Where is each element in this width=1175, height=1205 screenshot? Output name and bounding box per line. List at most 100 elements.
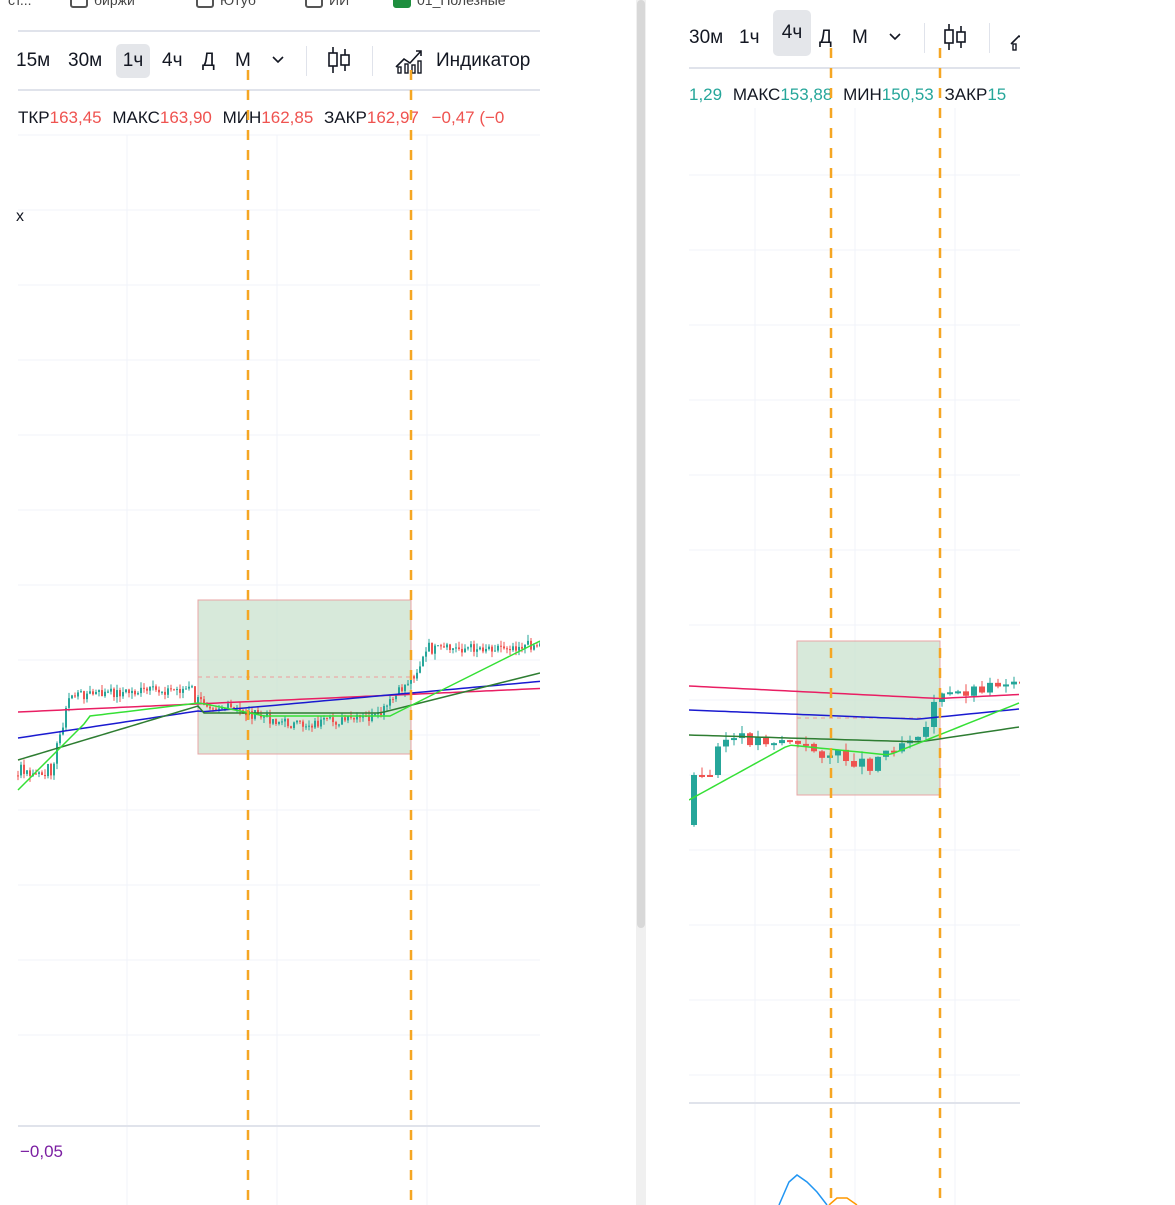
candle-body	[308, 725, 310, 727]
candle-body	[755, 737, 761, 746]
candle-body	[194, 686, 196, 703]
candle-body	[275, 719, 277, 724]
candle-body	[440, 645, 442, 647]
candle-body	[515, 646, 517, 651]
indicator-line-blue	[778, 1174, 828, 1205]
candle-body	[416, 672, 418, 679]
candle-body	[859, 758, 865, 767]
candle-body	[299, 720, 301, 722]
left-chart-canvas[interactable]	[0, 0, 540, 1205]
candle-body	[140, 687, 142, 694]
candle-body	[947, 692, 953, 695]
candle-body	[263, 716, 265, 718]
candle-body	[506, 648, 508, 650]
right-chart-canvas[interactable]	[689, 0, 1020, 1205]
candle-body	[158, 689, 160, 693]
candle-body	[101, 690, 103, 697]
candle-body	[302, 721, 304, 727]
candle-body	[521, 646, 523, 649]
candle-body	[278, 721, 280, 724]
candle-body	[314, 720, 316, 728]
candle-body	[368, 716, 370, 722]
candle-body	[152, 686, 154, 688]
candle-body	[119, 690, 121, 697]
candle-body	[71, 695, 73, 699]
candle-body	[176, 689, 178, 691]
candle-body	[389, 699, 391, 706]
candle-body	[272, 719, 274, 724]
candle-body	[407, 683, 409, 685]
candle-body	[161, 691, 163, 693]
candle-body	[20, 764, 22, 776]
candle-body	[437, 645, 439, 647]
candle-body	[26, 770, 28, 774]
candle-body	[197, 697, 199, 703]
candle-body	[1011, 681, 1017, 685]
scrollbar-thumb[interactable]	[637, 0, 645, 928]
indicator-line-orange	[828, 1197, 858, 1205]
candle-body	[731, 738, 737, 741]
candle-body	[771, 743, 777, 746]
candle-body	[116, 690, 118, 698]
candle-body	[467, 647, 469, 649]
candle-body	[173, 689, 175, 691]
pane-separator[interactable]	[18, 1125, 540, 1127]
candle-body	[470, 644, 472, 648]
candle-body	[413, 676, 415, 679]
candle-body	[227, 703, 229, 709]
candle-body	[425, 651, 427, 657]
candle-body	[779, 740, 785, 744]
candle-body	[65, 707, 67, 728]
candle-body	[47, 764, 49, 777]
candle-body	[164, 691, 166, 695]
candle-body	[539, 643, 540, 647]
candle-body	[125, 689, 127, 693]
candle-body	[428, 642, 430, 652]
candle-body	[107, 691, 109, 693]
candle-body	[311, 725, 313, 728]
candle-body	[803, 743, 809, 746]
candle-body	[326, 717, 328, 719]
candle-body	[979, 686, 985, 693]
candle-body	[509, 649, 511, 651]
candle-body	[284, 718, 286, 722]
candle-body	[92, 691, 94, 695]
candle-body	[182, 688, 184, 693]
candle-body	[29, 770, 31, 776]
candle-body	[443, 646, 445, 648]
candle-body	[431, 642, 433, 654]
candle-body	[353, 717, 355, 720]
candle-body	[955, 691, 961, 694]
candle-body	[230, 703, 232, 708]
candle-body	[191, 686, 193, 688]
candle-body	[215, 708, 217, 710]
candle-body	[401, 687, 403, 692]
left-chart-panel: ст... биржи Ютуб ИИ 01_Полезные 15м 30м …	[0, 0, 540, 1205]
candle-body	[987, 682, 993, 693]
candle-body	[335, 722, 337, 725]
candle-body	[723, 739, 729, 747]
candle-body	[113, 688, 115, 698]
candle-body	[89, 691, 91, 694]
candle-body	[476, 649, 478, 652]
candle-body	[867, 758, 873, 771]
indicator-value: −0,05	[20, 1142, 64, 1161]
candle-body	[77, 692, 79, 697]
candle-body	[305, 726, 307, 728]
candle-body	[455, 647, 457, 649]
candle-body	[95, 692, 97, 695]
candle-body	[503, 646, 505, 649]
candle-body	[458, 647, 460, 649]
candle-body	[332, 717, 334, 723]
candle-body	[149, 686, 151, 691]
candle-body	[392, 699, 394, 701]
candle-body	[963, 691, 969, 696]
candle-body	[473, 644, 475, 652]
candle-body	[371, 714, 373, 722]
candle-body	[482, 647, 484, 652]
candle-body	[74, 695, 76, 697]
candle-body	[699, 775, 705, 777]
candle-body	[137, 693, 139, 695]
pane-separator[interactable]	[689, 1102, 1020, 1104]
candle-body	[134, 690, 136, 695]
